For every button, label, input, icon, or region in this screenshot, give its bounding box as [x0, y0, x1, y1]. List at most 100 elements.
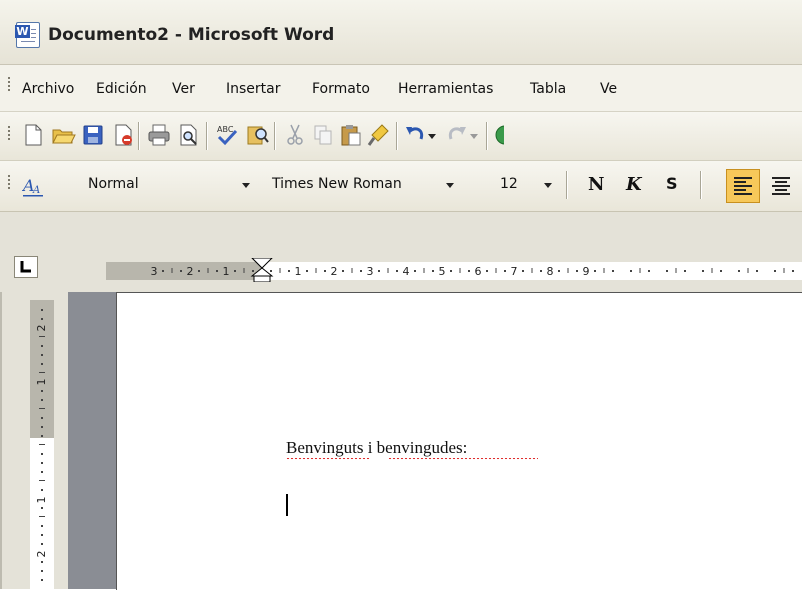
cut-icon[interactable]	[282, 122, 308, 148]
align-center-button[interactable]	[768, 175, 802, 197]
ruler-dot	[774, 270, 776, 272]
vertical-ruler-label: 1	[35, 497, 48, 504]
vertical-ruler-label: 2	[35, 325, 48, 332]
standard-toolbar: ABC	[0, 112, 802, 161]
window-title: Documento2 - Microsoft Word	[48, 25, 335, 45]
font-size-combo[interactable]: 12	[498, 173, 556, 197]
style-value: Normal	[88, 176, 139, 192]
menu-archivo[interactable]: Archivo	[22, 81, 74, 97]
menu-ventana[interactable]: Ve	[600, 81, 617, 97]
ruler-dot	[162, 270, 164, 272]
spelling-icon[interactable]: ABC	[214, 122, 240, 148]
toolbar-grip[interactable]	[8, 126, 11, 142]
word-app-icon[interactable]: W	[15, 22, 40, 48]
ruler-tick	[243, 268, 245, 273]
font-size-value: 12	[500, 176, 518, 192]
menu-edicion[interactable]: Edición	[96, 81, 147, 97]
vertical-ruler-tick	[41, 561, 43, 563]
vertical-ruler-tick	[41, 390, 43, 392]
bold-button[interactable]: N	[586, 171, 608, 195]
menu-ver[interactable]: Ver	[172, 81, 195, 97]
copy-icon[interactable]	[310, 122, 336, 148]
ruler-label: 2	[331, 265, 338, 278]
redo-icon[interactable]	[444, 122, 470, 148]
open-folder-icon[interactable]	[50, 122, 76, 148]
style-combo[interactable]: Normal	[86, 173, 256, 197]
ruler-dot	[378, 270, 380, 272]
font-value: Times New Roman	[272, 176, 402, 192]
document-text[interactable]: Benvinguts i benvingudes:	[286, 438, 467, 458]
ruler-label: 7	[511, 265, 518, 278]
menu-herramientas[interactable]: Herramientas	[398, 81, 493, 97]
ruler-label: 5	[439, 265, 446, 278]
ruler-dot	[324, 270, 326, 272]
vertical-ruler-label: 2	[35, 551, 48, 558]
toolbar-separator	[274, 122, 276, 150]
ruler-dot	[342, 270, 344, 272]
ruler-dot	[612, 270, 614, 272]
print-icon[interactable]	[146, 122, 172, 148]
ruler-tick	[639, 268, 641, 273]
ruler-tick	[675, 268, 677, 273]
ruler-dot	[666, 270, 668, 272]
text-caret	[286, 494, 288, 516]
format-painter-icon[interactable]	[366, 122, 392, 148]
redo-dropdown[interactable]	[470, 124, 480, 148]
svg-text:A: A	[32, 185, 40, 196]
ruler-dot	[252, 270, 254, 272]
save-icon[interactable]	[80, 122, 106, 148]
vertical-ruler-tick	[41, 453, 43, 455]
toolbar-separator	[206, 122, 208, 150]
ruler-tick	[351, 268, 353, 273]
menubar-grip[interactable]	[8, 77, 11, 93]
underline-button[interactable]: S	[664, 171, 686, 195]
ruler-label: 6	[475, 265, 482, 278]
toolbar-separator	[396, 122, 398, 150]
ruler-dot	[486, 270, 488, 272]
horizontal-ruler[interactable]: 3 2 1 1 2 3 4 5 6 7 8 9	[70, 257, 802, 283]
ruler-dot	[630, 270, 632, 272]
undo-icon[interactable]	[402, 122, 428, 148]
italic-button[interactable]: K	[624, 171, 646, 195]
vertical-ruler-tick	[41, 462, 43, 464]
ruler-dot	[180, 270, 182, 272]
vertical-ruler-tick	[41, 525, 43, 527]
ruler-dot	[234, 270, 236, 272]
research-icon[interactable]	[244, 122, 270, 148]
ruler-dot	[558, 270, 560, 272]
ruler-dot	[756, 270, 758, 272]
undo-dropdown[interactable]	[428, 124, 438, 148]
menu-insertar[interactable]: Insertar	[226, 81, 281, 97]
ruler-dot	[468, 270, 470, 272]
vertical-ruler-tick	[41, 354, 43, 356]
tab-selector[interactable]	[14, 256, 38, 278]
vertical-ruler-tick	[41, 345, 43, 347]
ruler-label: 4	[403, 265, 410, 278]
font-combo[interactable]: Times New Roman	[270, 173, 460, 197]
globe-icon[interactable]	[492, 122, 504, 148]
align-left-button[interactable]	[726, 169, 760, 203]
paste-icon[interactable]	[338, 122, 364, 148]
spelling-underline	[388, 458, 538, 461]
menu-formato[interactable]: Formato	[312, 81, 370, 97]
vertical-ruler[interactable]: 2 1 1 2	[30, 300, 54, 589]
styles-formatting-icon[interactable]: AA	[21, 173, 48, 199]
vertical-ruler-tick	[39, 408, 45, 409]
ruler-dot	[306, 270, 308, 272]
vertical-ruler-tick	[39, 372, 45, 373]
menu-tabla[interactable]: Tabla	[530, 81, 566, 97]
ruler-dot	[288, 270, 290, 272]
toolbar-grip[interactable]	[8, 175, 11, 191]
new-document-icon[interactable]	[20, 122, 46, 148]
print-preview-icon[interactable]	[176, 122, 202, 148]
toolbar-separator	[486, 122, 488, 150]
italic-label: K	[626, 174, 642, 195]
ruler-dot	[738, 270, 740, 272]
ruler-dot	[522, 270, 524, 272]
ruler-dot	[198, 270, 200, 272]
ruler-svg: 3 2 1 1 2 3 4 5 6 7 8 9	[106, 257, 802, 283]
title-bar: W Documento2 - Microsoft Word	[0, 0, 802, 65]
permission-icon[interactable]	[110, 122, 136, 148]
ruler-tick	[531, 268, 533, 273]
ruler-tick	[387, 268, 389, 273]
